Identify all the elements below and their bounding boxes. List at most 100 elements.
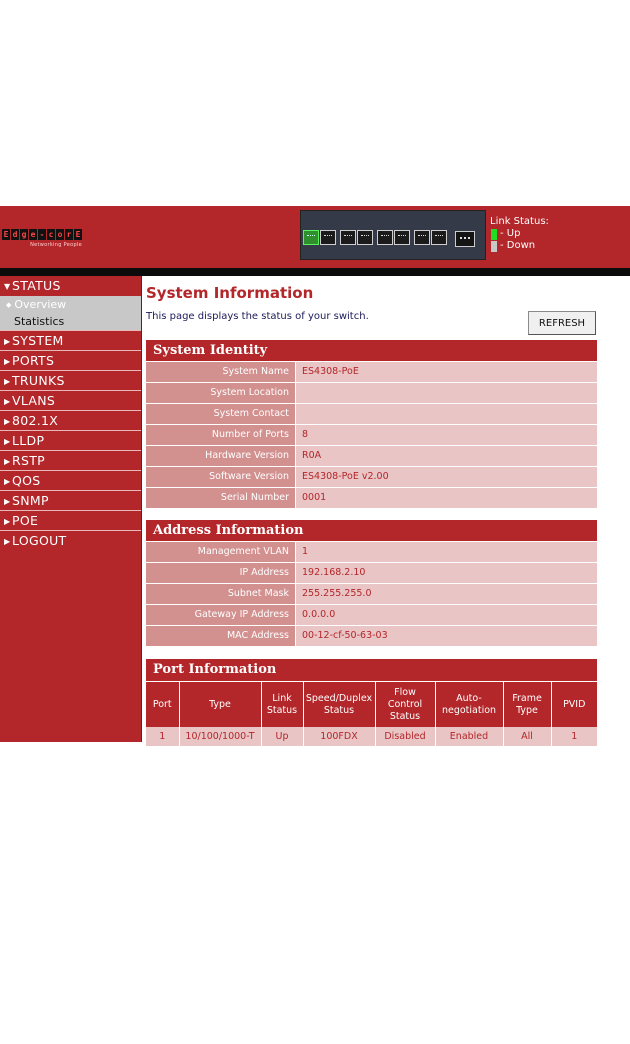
sidebar-item-802-1x[interactable]: ▶ 802.1X [0,410,141,430]
info-value: R0A [296,446,597,466]
logo-letter: r [65,229,73,240]
info-row: Serial Number 0001 [146,488,597,509]
table-cell: 1 [146,727,180,746]
link-status-title: Link Status: [490,216,549,227]
sidebar-item-logout[interactable]: ▶ LOGOUT [0,530,141,550]
sidebar-item-poe[interactable]: ▶ POE [0,510,141,530]
sfp-port-icon[interactable] [455,231,475,247]
sidebar-item-label: POE [12,513,39,528]
info-label: System Location [146,383,296,403]
sidebar-item-ports[interactable]: ▶ PORTS [0,350,141,370]
info-row: Gateway IP Address 0.0.0.0 [146,605,597,626]
info-label: IP Address [146,563,296,583]
column-header-line: Status [389,710,421,722]
info-row: System Location [146,383,597,404]
port-4-icon[interactable] [357,230,373,245]
sidebar-subitem-label: Overview [14,298,67,311]
port-1-icon[interactable] [303,230,319,245]
section-header: System Identity [146,340,597,362]
info-label: Management VLAN [146,542,296,562]
info-label: Hardware Version [146,446,296,466]
info-value: 00-12-cf-50-63-03 [296,626,597,646]
column-header-line: negotiation [441,704,497,716]
column-header-line: Status [266,704,298,716]
column-header-line: Speed/Duplex [305,692,373,704]
system-identity-section: System Identity System Name ES4308-PoE Sys… [146,340,597,509]
info-value: 255.255.255.0 [296,584,597,604]
logo-letter: d [11,229,19,240]
column-header: Auto-negotiation [435,682,504,727]
triangle-right-icon: ▶ [4,537,11,546]
info-label: Gateway IP Address [146,605,296,625]
refresh-button[interactable]: REFRESH [528,311,596,335]
sidebar-item-label: SYSTEM [12,333,64,348]
logo-letter: o [56,229,64,240]
sidebar-item-label: STATUS [12,278,61,293]
port-5-icon[interactable] [377,230,393,245]
info-value: 0.0.0.0 [296,605,597,625]
top-header: Edge-corE Networking People Link Status:… [0,206,630,268]
info-label: Subnet Mask [146,584,296,604]
info-row: Hardware Version R0A [146,446,597,467]
column-header-line: Auto- [456,692,482,704]
logo-letter: E [74,229,82,240]
port-6-icon[interactable] [394,230,410,245]
up-swatch-icon [491,228,497,240]
sidebar-subitem-statistics[interactable]: Statistics [0,313,141,330]
logo-letter: g [20,229,28,240]
info-row: System Contact [146,404,597,425]
info-row: IP Address 192.168.2.10 [146,563,597,584]
table-cell: Up [261,727,304,746]
header-divider [0,268,630,276]
logo-tagline: Networking People [30,242,82,248]
sidebar-item-lldp[interactable]: ▶ LLDP [0,430,141,450]
port-7-icon[interactable] [414,230,430,245]
sidebar-item-trunks[interactable]: ▶ TRUNKS [0,370,141,390]
column-header-line: Status [323,704,355,716]
table-cell: 100FDX [303,727,376,746]
info-label: MAC Address [146,626,296,646]
info-value: 8 [296,425,597,445]
sidebar-item-system[interactable]: ▶ SYSTEM [0,330,141,350]
info-label: Software Version [146,467,296,487]
triangle-right-icon: ▶ [4,477,11,486]
logo-letter: - [38,229,46,240]
column-header: PVID [551,682,597,727]
table-cell: 10/100/1000-T [179,727,262,746]
sidebar-item-label: 802.1X [12,413,59,428]
sidebar-item-label: LOGOUT [12,533,67,548]
logo-letter: E [2,229,10,240]
sidebar-item-qos[interactable]: ▶ QOS [0,470,141,490]
column-header-line: Control [387,698,423,710]
triangle-right-icon: ▶ [4,437,11,446]
triangle-right-icon: ▶ [4,397,11,406]
triangle-right-icon: ▶ [4,377,11,386]
port-3-icon[interactable] [340,230,356,245]
triangle-right-icon: ▶ [4,357,11,366]
port-8-icon[interactable] [431,230,447,245]
table-cell: All [503,727,552,746]
sidebar-item-vlans[interactable]: ▶ VLANS [0,390,141,410]
sidebar-item-rstp[interactable]: ▶ RSTP [0,450,141,470]
info-row: Management VLAN 1 [146,542,597,563]
sidebar-nav: ▼ STATUS ◆ Overview Statistics ▶ SYSTEM ▶ PORTS ▶… [0,276,142,742]
main-content: System Information This page displays th… [146,284,598,746]
sidebar-subitem-overview[interactable]: ◆ Overview [0,296,141,313]
column-header-line: Flow [394,686,416,698]
port-information-section: Port Information Port Type Link Status Speed… [146,659,597,746]
column-header-line: Frame [512,692,542,704]
logo-letter: c [47,229,55,240]
sidebar-item-status[interactable]: ▼ STATUS [0,276,141,296]
triangle-right-icon: ▶ [4,337,11,346]
sidebar-item-label: PORTS [12,353,55,368]
port-2-icon[interactable] [320,230,336,245]
column-header: Link Status [261,682,304,727]
info-label: System Contact [146,404,296,424]
table-cell: Enabled [435,727,504,746]
table-row: 1 10/100/1000-T Up 100FDX Disabled Enabled All… [146,727,597,746]
column-header: Port [146,682,180,727]
info-label: Serial Number [146,488,296,508]
sidebar-item-snmp[interactable]: ▶ SNMP [0,490,141,510]
link-status-legend: Link Status: - Up - Down [490,216,549,252]
column-header-line: Link [272,692,292,704]
